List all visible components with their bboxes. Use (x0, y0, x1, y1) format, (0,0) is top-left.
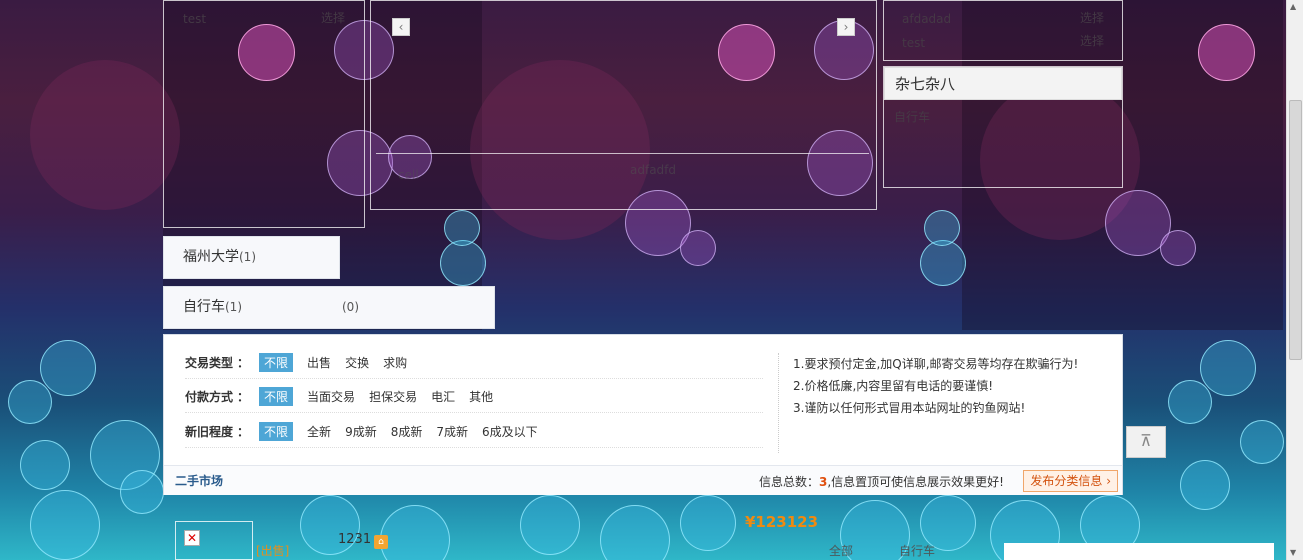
filter-option[interactable]: 其他 (469, 388, 493, 405)
slider-item[interactable]: cell (398, 168, 419, 182)
home-icon: ⌂ (374, 535, 388, 549)
filter-colon: ： (237, 425, 250, 439)
tag-count: (1) (225, 300, 242, 314)
listing-thumbnail[interactable]: ✕ (175, 521, 253, 560)
tip-text: 2.价格低廉,内容里留有电话的要谨慎! (793, 379, 994, 393)
filter-option[interactable]: 全新 (307, 423, 331, 440)
chevron-left-icon: ‹ (398, 20, 404, 34)
tag-count: (1) (239, 250, 256, 264)
filter-option-selected[interactable]: 不限 (259, 353, 294, 372)
filter-row-trade-type: 交易类型 ： 不限 出售 交换 求购 (185, 347, 763, 379)
slider-item[interactable]: adfadfd (630, 163, 676, 177)
filter-option[interactable]: 电汇 (431, 388, 455, 405)
tag-fzu[interactable]: 福州大学(1) (163, 236, 340, 279)
slider-prev-button[interactable]: ‹ (392, 18, 410, 36)
back-to-top-icon: ⊼ (1140, 431, 1152, 450)
left-list-panel (163, 0, 365, 228)
filter-label: 付款方式 (185, 390, 234, 404)
filter-option[interactable]: 担保交易 (369, 388, 417, 405)
filter-option[interactable]: 出售 (307, 354, 331, 371)
filter-option-selected[interactable]: 不限 (259, 422, 294, 441)
listing-category: 自行车 (899, 544, 936, 558)
slider-divider (376, 153, 869, 154)
filter-option[interactable]: 7成新 (436, 423, 468, 440)
tag-extra-count: (0) (342, 300, 359, 314)
right-select-link[interactable]: 选择 (1080, 9, 1104, 26)
filter-row-payment: 付款方式 ： 不限 当面交易 担保交易 电汇 其他 (185, 381, 763, 413)
safety-tips: 1.要求预付定金,加Q详聊,邮寄交易等均存在欺骗行为! 2.价格低廉,内容里留有… (778, 353, 1108, 453)
left-list-item[interactable]: test (183, 12, 206, 26)
filter-option[interactable]: 当面交易 (307, 388, 355, 405)
tip-text: 1.要求预付定金,加Q详聊,邮寄交易等均存在欺骗行为! (793, 357, 1079, 371)
slider-next-button[interactable]: › (837, 18, 855, 36)
tag-label: 自行车 (183, 299, 225, 315)
filter-option[interactable]: 交换 (345, 354, 369, 371)
right-select-link[interactable]: 选择 (1080, 32, 1104, 49)
listing-location: 全部 (829, 544, 854, 558)
filter-footer: 二手市场 信息总数：3,信息置顶可使信息展示效果更好! 发布分类信息 › (164, 465, 1122, 495)
center-slider-panel (370, 0, 877, 210)
filter-option[interactable]: 求购 (383, 354, 407, 371)
filter-label: 交易类型 (185, 356, 234, 370)
filter-colon: ： (237, 356, 250, 370)
tag-bicycle[interactable]: 自行车(1) (0) (163, 286, 495, 329)
tag-label: 福州大学 (183, 249, 239, 265)
filter-label: 新旧程度 (185, 425, 234, 439)
misc-box-title: 杂七杂八 (884, 67, 1122, 100)
filter-option-selected[interactable]: 不限 (259, 387, 294, 406)
listing-type-tag: [出售] (256, 544, 290, 558)
listing-title[interactable]: 1231 (338, 532, 371, 547)
filter-option[interactable]: 8成新 (391, 423, 423, 440)
listing-detail-area (1004, 543, 1274, 560)
broken-image-icon: ✕ (184, 530, 200, 546)
chevron-right-icon: › (843, 20, 849, 34)
filter-colon: ： (237, 390, 250, 404)
vertical-scrollbar[interactable]: ▲ ▼ (1286, 0, 1303, 560)
tip-text: 3.谨防以任何形式冒用本站网址的钓鱼网站! (793, 401, 1026, 415)
filter-option[interactable]: 9成新 (345, 423, 377, 440)
info-count-text: 信息总数：3,信息置顶可使信息展示效果更好! (758, 475, 1004, 489)
section-title: 二手市场 (175, 474, 224, 488)
filter-panel: 交易类型 ： 不限 出售 交换 求购 付款方式 ： 不限 当面交易 担保交易 电… (163, 334, 1123, 495)
right-list-item[interactable]: afdadad (902, 12, 951, 26)
back-to-top-button[interactable]: ⊼ (1126, 426, 1166, 458)
left-select-link[interactable]: 选择 (321, 9, 345, 26)
publish-button[interactable]: 发布分类信息 › (1023, 470, 1118, 492)
scroll-down-icon[interactable]: ▼ (1290, 548, 1296, 557)
misc-box-item[interactable]: 自行车 (894, 108, 930, 125)
scroll-up-icon[interactable]: ▲ (1290, 2, 1296, 11)
scroll-thumb[interactable] (1289, 100, 1302, 360)
right-list-item[interactable]: test (902, 36, 925, 50)
filter-row-condition: 新旧程度 ： 不限 全新 9成新 8成新 7成新 6成及以下 (185, 416, 763, 448)
listing-price: ¥123123 (745, 513, 819, 531)
filter-option[interactable]: 6成及以下 (482, 423, 538, 440)
